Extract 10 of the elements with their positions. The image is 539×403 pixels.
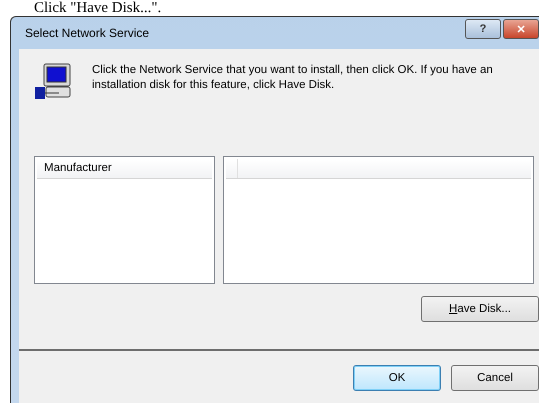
instruction-text: Click the Network Service that you want to install, then click OK. If you have an installation disk for this feature, click Have Disk. <box>92 63 494 93</box>
manufacturer-list[interactable]: Manufacturer <box>34 156 215 284</box>
caption-text: Click "Have Disk...". <box>33 0 162 16</box>
ok-button[interactable]: OK <box>353 365 441 391</box>
column-header[interactable]: Manufacturer <box>37 159 212 178</box>
service-list[interactable] <box>223 156 534 284</box>
cancel-button[interactable]: Cancel <box>451 365 539 391</box>
have-disk-button[interactable]: Have Disk... <box>421 296 539 322</box>
help-button[interactable]: ? <box>465 19 501 39</box>
window-title: Select Network Service <box>25 26 150 40</box>
